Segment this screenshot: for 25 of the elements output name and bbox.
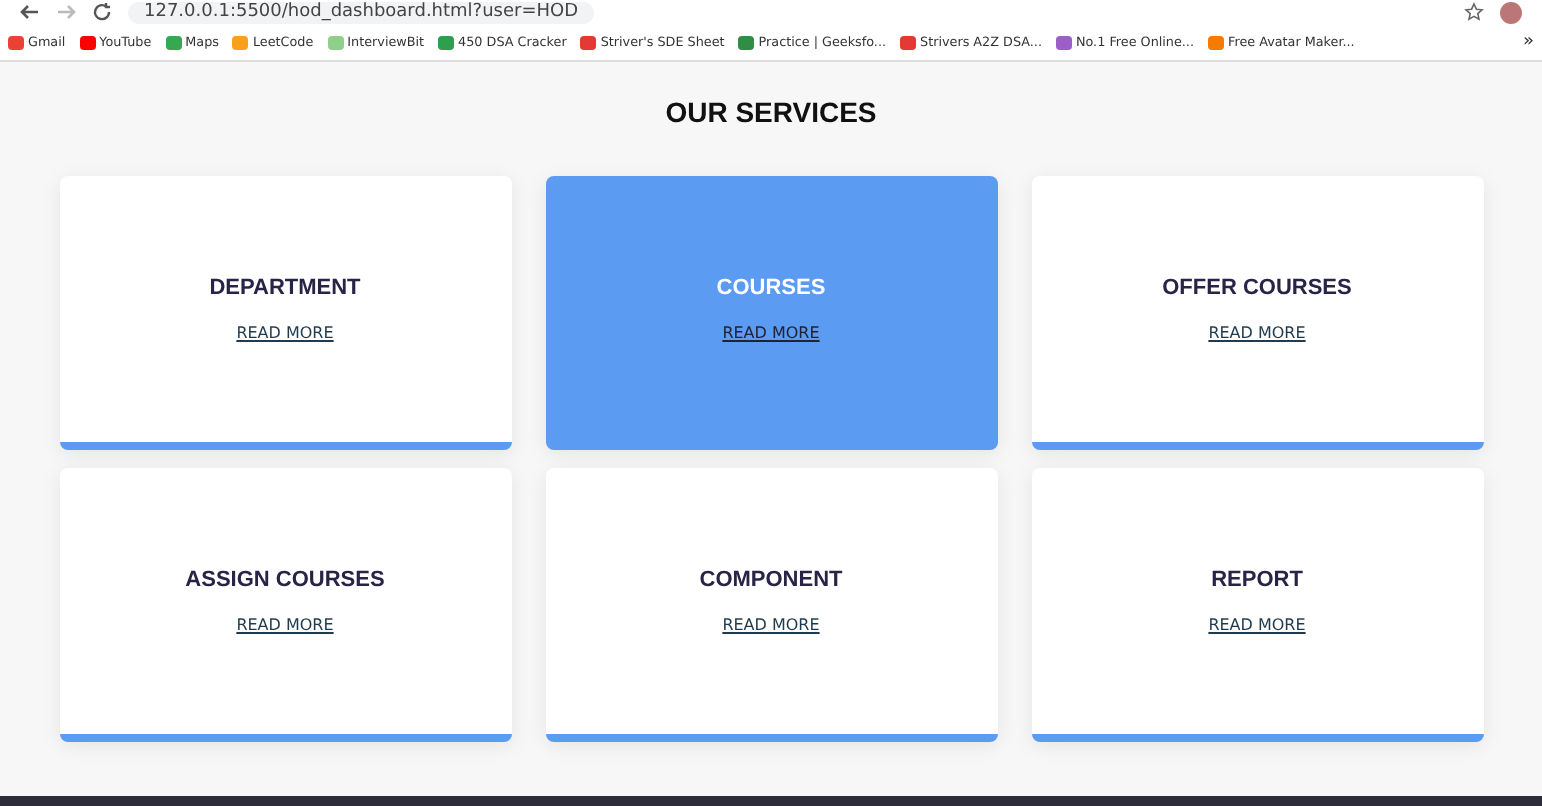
- section-heading: OUR SERVICES: [665, 96, 877, 128]
- service-card[interactable]: REPORT READ MORE: [1031, 468, 1483, 742]
- service-card[interactable]: DEPARTMENT READ MORE: [59, 176, 511, 450]
- card-title: DEPARTMENT: [209, 276, 361, 300]
- service-card[interactable]: COURSES READ MORE: [545, 176, 997, 450]
- read-more-link[interactable]: READ MORE: [722, 324, 820, 342]
- reload-icon[interactable]: [92, 2, 112, 22]
- address-bar[interactable]: 127.0.0.1:5500/hod_dashboard.html?user=HOD: [128, 1, 595, 23]
- card-title: REPORT: [1211, 568, 1303, 592]
- read-more-link[interactable]: READ MORE: [236, 324, 334, 342]
- read-more-link[interactable]: READ MORE: [236, 616, 334, 634]
- read-more-link[interactable]: READ MORE: [1208, 616, 1306, 634]
- star-icon[interactable]: [1464, 2, 1484, 22]
- service-card[interactable]: ASSIGN COURSES READ MORE: [59, 468, 511, 742]
- service-card[interactable]: OFFER COURSES READ MORE: [1031, 176, 1483, 450]
- read-more-link[interactable]: READ MORE: [1208, 324, 1306, 342]
- read-more-link[interactable]: READ MORE: [722, 616, 820, 634]
- card-title: OFFER COURSES: [1162, 276, 1352, 300]
- card-title: COURSES: [716, 276, 826, 300]
- more-bookmarks-button[interactable]: »: [1522, 32, 1534, 52]
- card-title: ASSIGN COURSES: [185, 568, 385, 592]
- service-card[interactable]: COMPONENT READ MORE: [545, 468, 997, 742]
- card-title: COMPONENT: [699, 568, 843, 592]
- back-icon[interactable]: [20, 2, 40, 22]
- avatar-icon[interactable]: [1500, 1, 1522, 23]
